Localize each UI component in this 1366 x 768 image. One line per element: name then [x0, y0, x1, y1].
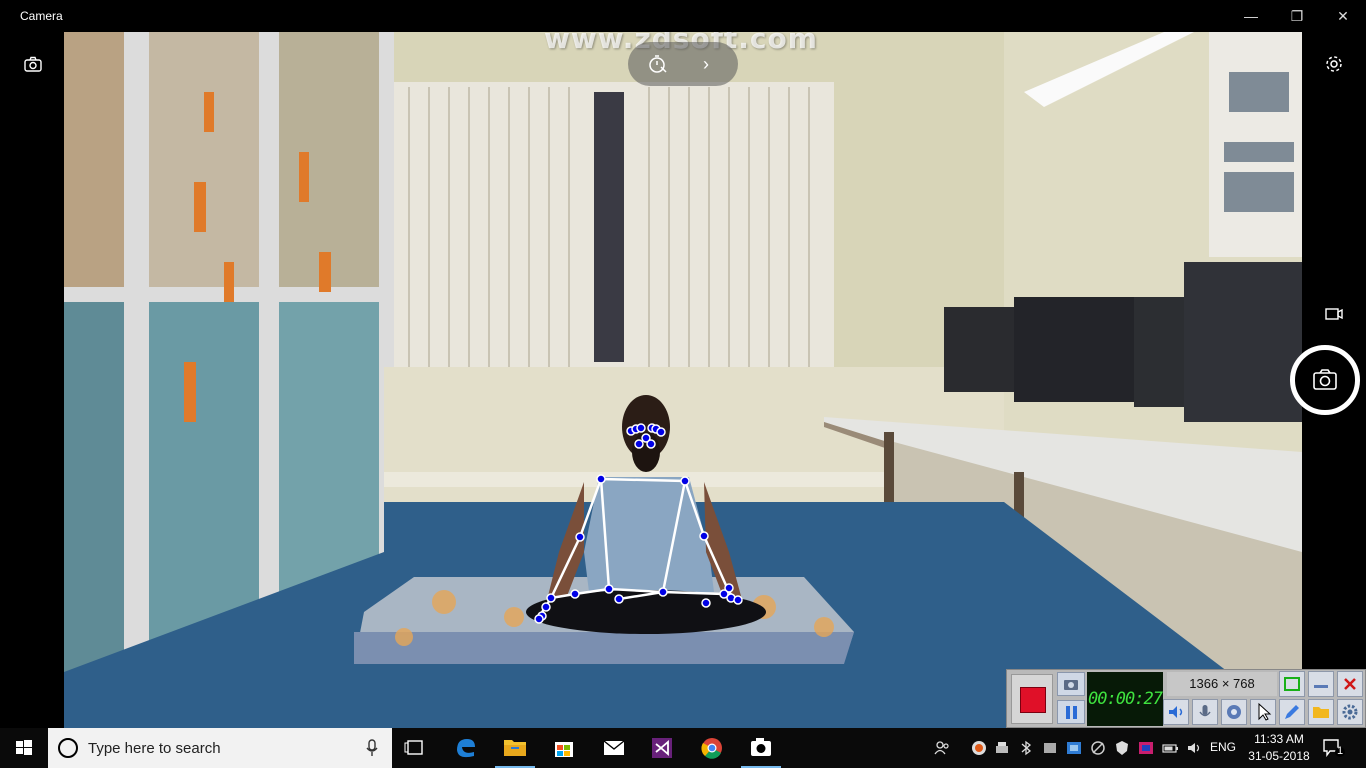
- volume-icon[interactable]: [1184, 738, 1204, 758]
- camera-scene: [64, 32, 1302, 728]
- screenshot-icon[interactable]: [1057, 672, 1085, 696]
- camera-switch-icon[interactable]: [22, 54, 44, 76]
- minimize-recorder-icon[interactable]: [1308, 671, 1334, 697]
- window-title: Camera: [20, 9, 63, 23]
- bluetooth-icon[interactable]: [1016, 738, 1036, 758]
- title-bar: Camera — ❐ ✕: [0, 0, 1366, 32]
- file-explorer-icon[interactable]: [491, 728, 539, 768]
- camera-app-icon[interactable]: [737, 728, 785, 768]
- microphone-icon[interactable]: [364, 738, 380, 758]
- people-icon[interactable]: [932, 738, 952, 758]
- search-placeholder: Type here to search: [88, 740, 221, 757]
- take-photo-button[interactable]: [1290, 345, 1360, 415]
- task-view-icon[interactable]: [392, 728, 440, 768]
- visual-studio-icon[interactable]: [638, 728, 686, 768]
- timer-control[interactable]: ›: [628, 42, 738, 86]
- minimize-button[interactable]: —: [1228, 0, 1274, 32]
- gear-icon[interactable]: [1323, 53, 1345, 75]
- record-icon: [1020, 687, 1046, 713]
- chevron-right-icon[interactable]: ›: [694, 52, 718, 76]
- network-adapter-icon[interactable]: [1064, 738, 1084, 758]
- camera-app-window: Camera — ❐ ✕ › 00:00:27 1366 × 768 Type …: [0, 0, 1366, 768]
- taskbar: Type here to search ENG 11:33 AM 31-05-2…: [0, 728, 1366, 768]
- microphone-icon[interactable]: [1192, 699, 1218, 725]
- printer-icon[interactable]: [992, 738, 1012, 758]
- notification-count: 1: [1337, 745, 1344, 757]
- antivirus-icon[interactable]: [1088, 738, 1108, 758]
- edge-icon[interactable]: [442, 728, 490, 768]
- restore-button[interactable]: ❐: [1274, 0, 1320, 32]
- folder-icon[interactable]: [1308, 699, 1334, 725]
- recording-dimensions: 1366 × 768: [1167, 672, 1277, 696]
- windows-logo-icon: [16, 740, 32, 755]
- timer-icon[interactable]: [646, 52, 670, 76]
- stop-record-button[interactable]: [1011, 674, 1053, 724]
- pen-icon[interactable]: [1279, 699, 1305, 725]
- speaker-icon[interactable]: [1163, 699, 1189, 725]
- record-tray-icon[interactable]: [969, 738, 989, 758]
- language-indicator[interactable]: ENG: [1210, 740, 1236, 754]
- action-center-icon[interactable]: 1: [1322, 738, 1346, 758]
- device-icon[interactable]: [1040, 738, 1060, 758]
- shield-icon[interactable]: [1112, 738, 1132, 758]
- screen-recorder-panel: 00:00:27 1366 × 768: [1006, 669, 1366, 728]
- chrome-icon[interactable]: [688, 728, 736, 768]
- close-button[interactable]: ✕: [1320, 0, 1366, 32]
- store-icon[interactable]: [540, 728, 588, 768]
- app-tray-icon[interactable]: [1136, 738, 1156, 758]
- mail-icon[interactable]: [590, 728, 638, 768]
- cortana-icon: [58, 738, 78, 758]
- clock-time: 11:33 AM: [1254, 732, 1304, 746]
- recording-timer: 00:00:27: [1087, 672, 1163, 726]
- region-icon[interactable]: [1279, 671, 1305, 697]
- close-recorder-icon[interactable]: [1337, 671, 1363, 697]
- cursor-icon[interactable]: [1250, 699, 1276, 725]
- search-box[interactable]: Type here to search: [48, 728, 392, 768]
- photo-camera-icon[interactable]: [1295, 350, 1355, 410]
- system-clock[interactable]: 11:33 AM 31-05-2018: [1246, 731, 1312, 765]
- battery-icon[interactable]: [1160, 738, 1180, 758]
- webcam-icon[interactable]: [1221, 699, 1247, 725]
- pause-icon[interactable]: [1057, 700, 1085, 724]
- video-camera-icon[interactable]: [1323, 305, 1345, 323]
- windows-start-button[interactable]: [0, 728, 48, 768]
- recorder-settings-icon[interactable]: [1337, 699, 1363, 725]
- camera-preview: www.zdsoft.com ›: [64, 32, 1302, 728]
- clock-date: 31-05-2018: [1248, 749, 1310, 763]
